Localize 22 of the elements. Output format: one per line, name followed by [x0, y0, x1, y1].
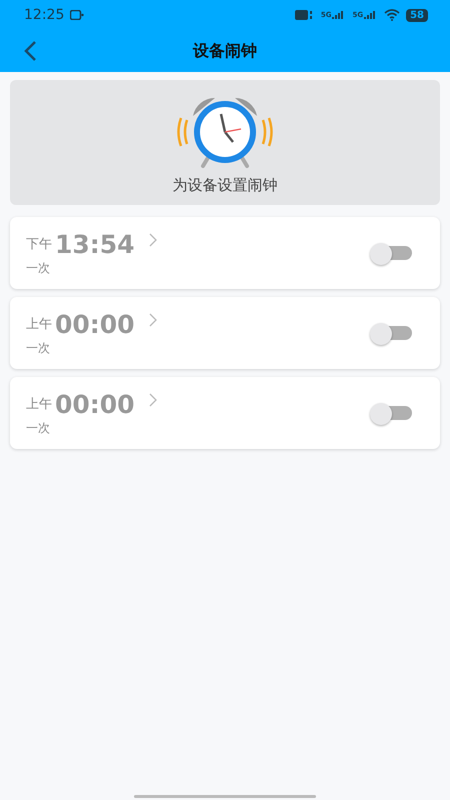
hd-icon [294, 10, 313, 20]
chevron-icon [148, 233, 157, 247]
alarm-time: 00:00 [55, 310, 135, 338]
page-title: 设备闹钟 [193, 40, 257, 62]
battery-level: 58 [406, 8, 428, 22]
wifi-icon [384, 9, 400, 21]
repeat-label: 一次 [26, 260, 51, 276]
toggle-switch[interactable] [370, 243, 412, 263]
toggle-switch[interactable] [370, 323, 412, 343]
notification-icon [70, 10, 84, 20]
period-label: 上午 [26, 396, 52, 413]
toggle-switch[interactable] [370, 403, 412, 423]
status-time: 12:25 [24, 7, 64, 23]
repeat-label: 一次 [26, 420, 51, 436]
banner-caption: 为设备设置闹钟 [172, 176, 278, 195]
period-label: 下午 [26, 236, 52, 253]
repeat-label: 一次 [26, 340, 51, 356]
period-label: 上午 [26, 316, 52, 333]
alarm-time: 00:00 [55, 390, 135, 418]
alarm-time: 13:54 [55, 230, 135, 258]
chevron-icon [148, 313, 157, 327]
chevron-icon [148, 393, 157, 407]
